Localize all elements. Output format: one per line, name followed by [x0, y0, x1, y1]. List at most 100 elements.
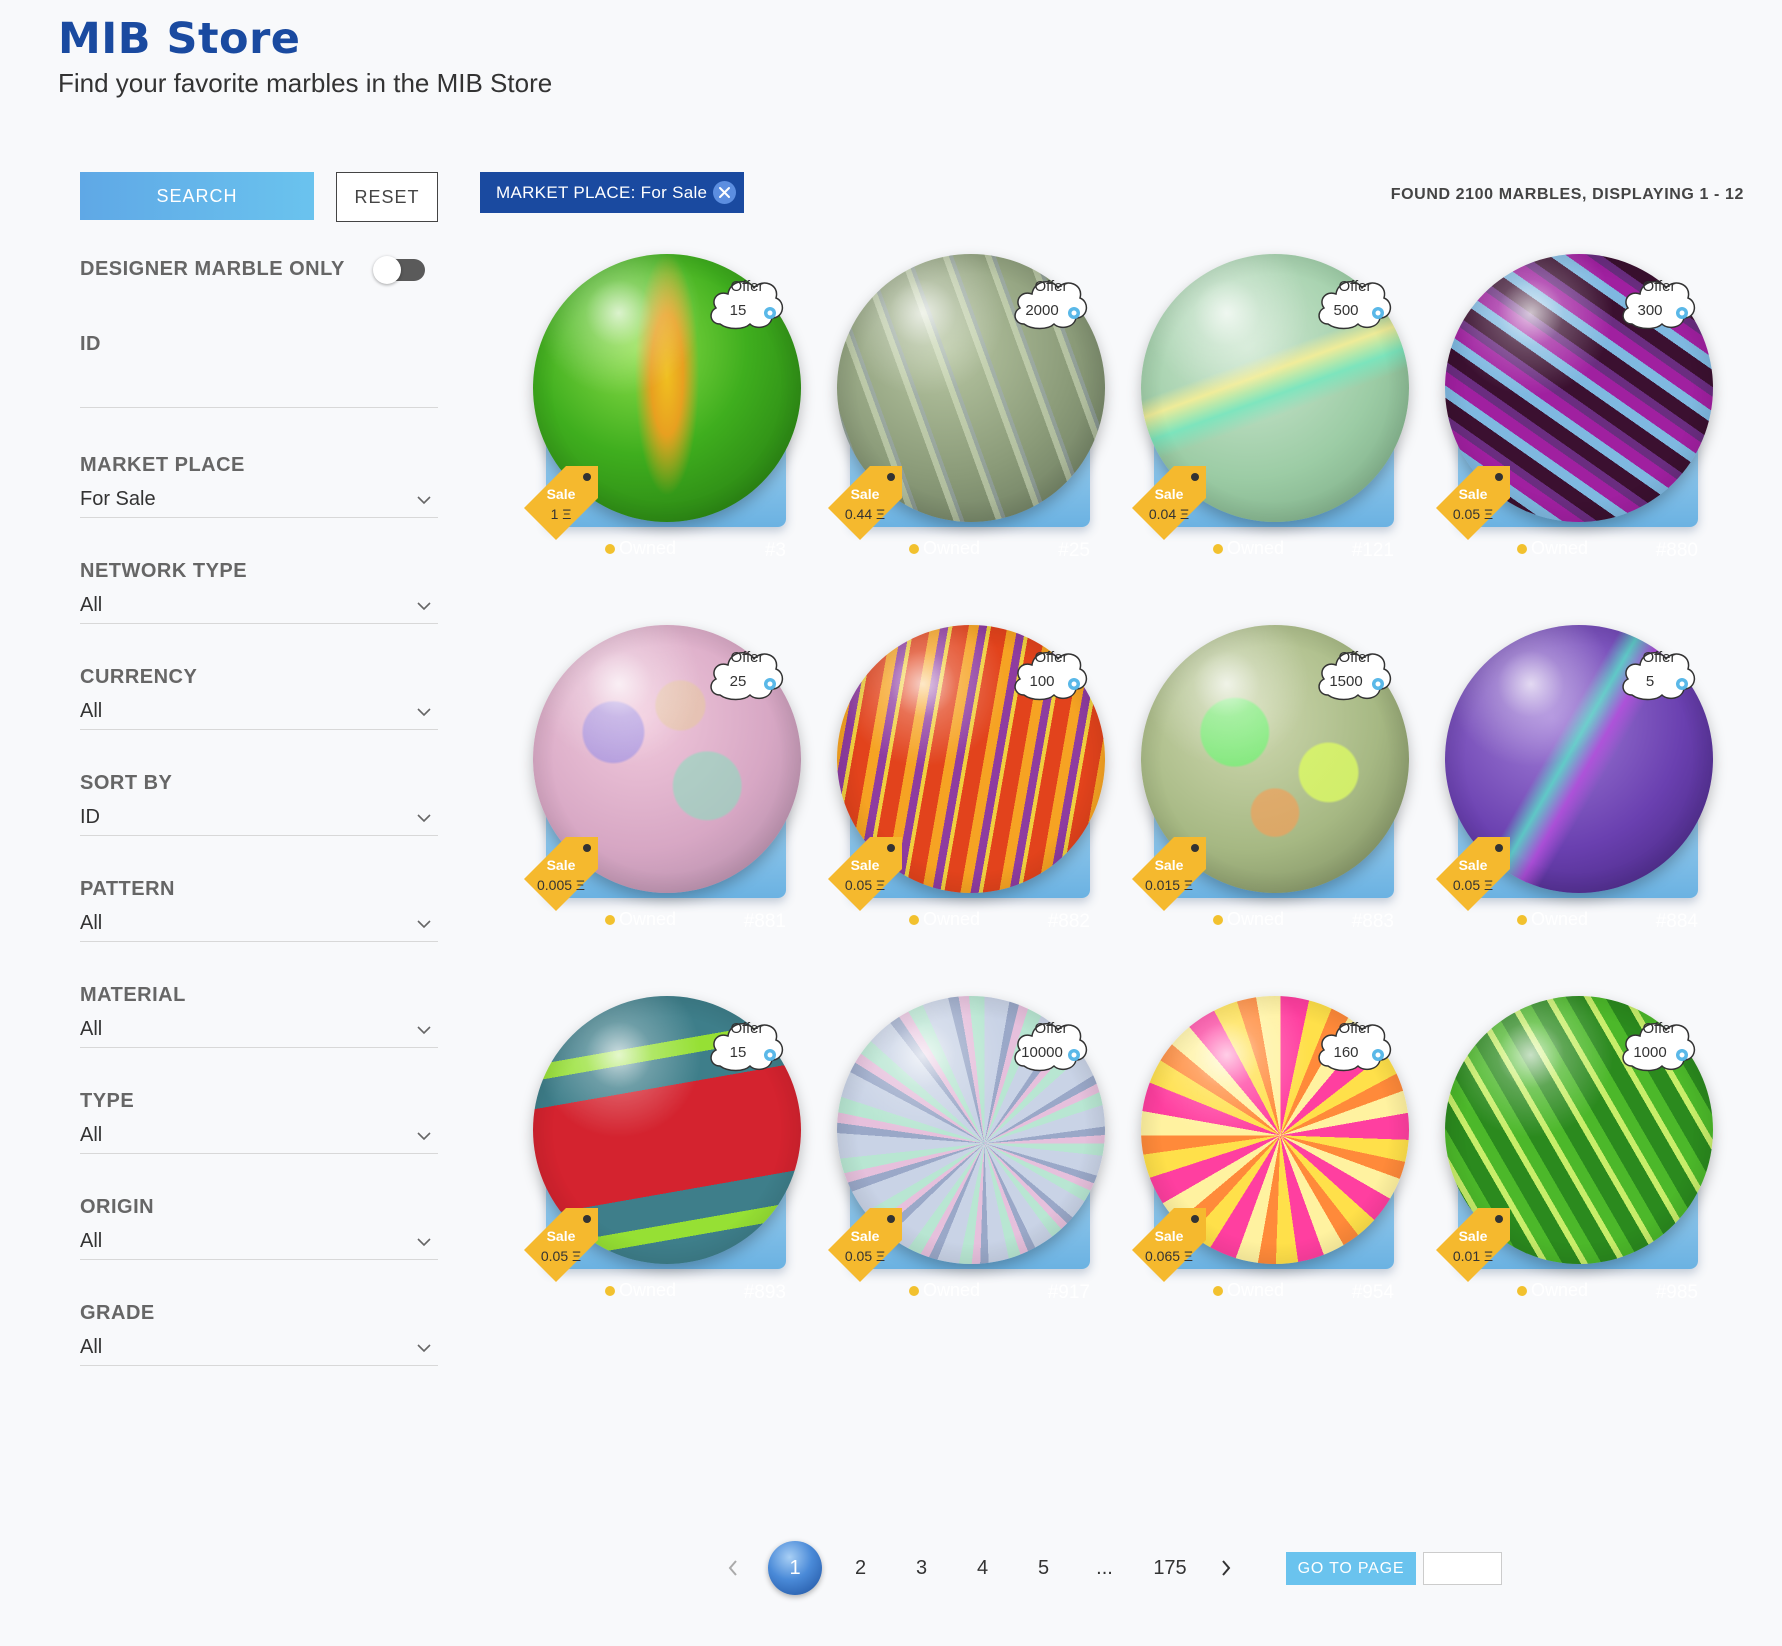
sale-price: 0.04 Ξ	[1148, 506, 1190, 522]
marble-card[interactable]: Offer 1500 Sale 0.015 Ξ Owned #883	[1128, 623, 1418, 953]
offer-value: 25	[729, 673, 747, 690]
offer-value: 10000	[1021, 1044, 1063, 1061]
marble-card[interactable]: Offer 2000 Sale 0.44 Ξ Owned #25	[824, 252, 1114, 582]
owned-label: Owned	[1531, 1280, 1589, 1300]
filter-network-type: NETWORK TYPE All	[80, 546, 438, 652]
filter-label: NETWORK TYPE	[80, 560, 248, 582]
page-2[interactable]: 2	[830, 1557, 891, 1580]
owned-status: Owned	[1517, 909, 1588, 930]
filter-value: All	[80, 1336, 103, 1358]
marble-id: #954	[1351, 1282, 1394, 1303]
chip-close-icon[interactable]	[713, 181, 736, 204]
page-current[interactable]: 1	[768, 1541, 822, 1595]
filter-select[interactable]: All	[80, 1012, 438, 1048]
owned-label: Owned	[1531, 538, 1589, 558]
sale-tag: Sale 0.05 Ξ	[1432, 833, 1514, 915]
filter-select[interactable]: All	[80, 1224, 438, 1260]
filter-sort-by: SORT BY ID	[80, 758, 438, 864]
marble-card[interactable]: Offer 100 Sale 0.05 Ξ Owned #882	[824, 623, 1114, 953]
filter-select[interactable]: All	[80, 694, 438, 730]
marble-card[interactable]: Offer 25 Sale 0.005 Ξ Owned #881	[520, 623, 810, 953]
page-3[interactable]: 3	[891, 1557, 952, 1580]
active-filter-chip: MARKET PLACE: For Sale	[480, 172, 744, 213]
filter-sidebar: SEARCH RESET DESIGNER MARBLE ONLY ID MAR…	[80, 172, 438, 1394]
offer-value: 15	[729, 302, 747, 319]
marble-card[interactable]: Offer 300 Sale 0.05 Ξ Owned #880	[1432, 252, 1722, 582]
sale-tag: Sale 0.05 Ξ	[520, 1204, 602, 1286]
page-5[interactable]: 5	[1013, 1557, 1074, 1580]
filter-label: TYPE	[80, 1090, 135, 1112]
filter-select[interactable]: All	[80, 906, 438, 942]
sale-tag: Sale 1 Ξ	[520, 462, 602, 544]
marble-card[interactable]: Offer 5 Sale 0.05 Ξ Owned #884	[1432, 623, 1722, 953]
marble-card[interactable]: Offer 10000 Sale 0.05 Ξ Owned #917	[824, 994, 1114, 1324]
filter-actions: SEARCH RESET	[80, 172, 438, 222]
sale-tag: Sale 0.015 Ξ	[1128, 833, 1210, 915]
sale-label: Sale	[546, 1228, 576, 1244]
designer-marble-toggle[interactable]	[372, 255, 425, 284]
offer-label: Offer	[730, 649, 764, 666]
designer-toggle-label: DESIGNER MARBLE ONLY	[80, 258, 345, 280]
filter-label: MATERIAL	[80, 984, 186, 1006]
filter-value: For Sale	[80, 488, 156, 510]
sale-label: Sale	[850, 857, 880, 873]
sale-tag: Sale 0.05 Ξ	[824, 1204, 906, 1286]
page-4[interactable]: 4	[952, 1557, 1013, 1580]
filter-value: All	[80, 594, 103, 616]
marble-id: #3	[764, 540, 786, 561]
status-dot-icon	[1213, 914, 1223, 925]
id-label: ID	[80, 333, 101, 355]
owned-status: Owned	[605, 538, 676, 559]
offer-label: Offer	[1034, 278, 1068, 295]
sale-label: Sale	[1154, 1228, 1184, 1244]
filter-label: PATTERN	[80, 878, 175, 900]
filter-label: GRADE	[80, 1302, 155, 1324]
filter-origin: ORIGIN All	[80, 1182, 438, 1288]
marble-card[interactable]: Offer 15 Sale 0.05 Ξ Owned #893	[520, 994, 810, 1324]
status-dot-icon	[1517, 914, 1527, 925]
results-count: FOUND 2100 MARBLES, DISPLAYING 1 - 12	[1390, 186, 1744, 203]
sale-tag-icon	[524, 1208, 598, 1282]
offer-value: 300	[1637, 302, 1663, 319]
offer-label: Offer	[730, 278, 764, 295]
filter-list: MARKET PLACE For Sale NETWORK TYPE All CURRE…	[80, 440, 438, 1394]
marble-card[interactable]: Offer 1000 Sale 0.01 Ξ Owned #985	[1432, 994, 1722, 1324]
go-to-page-button[interactable]: GO TO PAGE	[1286, 1552, 1416, 1585]
chevron-down-icon	[417, 707, 431, 716]
marble-card[interactable]: Offer 160 Sale 0.065 Ξ Owned #954	[1128, 994, 1418, 1324]
owned-status: Owned	[605, 1280, 676, 1301]
filter-select[interactable]: All	[80, 588, 438, 624]
filter-label: CURRENCY	[80, 666, 198, 688]
offer-bubble: Offer 300	[1618, 272, 1700, 334]
marble-card[interactable]: Offer 15 Sale 1 Ξ Owned #3	[520, 252, 810, 582]
filter-select[interactable]: All	[80, 1330, 438, 1366]
next-page-icon[interactable]	[1211, 1553, 1241, 1583]
marble-id: #917	[1047, 1282, 1090, 1303]
offer-label: Offer	[1034, 649, 1068, 666]
sale-tag-icon	[1436, 837, 1510, 911]
owned-status: Owned	[605, 909, 676, 930]
offer-value: 500	[1333, 302, 1359, 319]
go-to-page-input[interactable]	[1423, 1552, 1502, 1585]
offer-value: 2000	[1025, 302, 1059, 319]
chevron-down-icon	[417, 1131, 431, 1140]
prev-page-icon[interactable]	[718, 1553, 748, 1583]
marble-card[interactable]: Offer 500 Sale 0.04 Ξ Owned #121	[1128, 252, 1418, 582]
reset-button[interactable]: RESET	[336, 172, 438, 222]
owned-label: Owned	[923, 538, 981, 558]
sale-tag: Sale 0.44 Ξ	[824, 462, 906, 544]
filter-select[interactable]: ID	[80, 800, 438, 836]
offer-value: 100	[1029, 673, 1055, 690]
owned-label: Owned	[619, 1280, 677, 1300]
id-input[interactable]	[80, 378, 438, 408]
filter-select[interactable]: For Sale	[80, 482, 438, 518]
status-dot-icon	[909, 1285, 919, 1296]
toggle-knob[interactable]	[372, 255, 401, 284]
offer-bubble: Offer 160	[1314, 1014, 1396, 1076]
filter-select[interactable]: All	[80, 1118, 438, 1154]
search-button[interactable]: SEARCH	[80, 172, 314, 220]
sale-tag: Sale 0.005 Ξ	[520, 833, 602, 915]
filter-value: All	[80, 1124, 103, 1146]
page-last[interactable]: 175	[1135, 1557, 1205, 1580]
owned-label: Owned	[619, 909, 677, 929]
